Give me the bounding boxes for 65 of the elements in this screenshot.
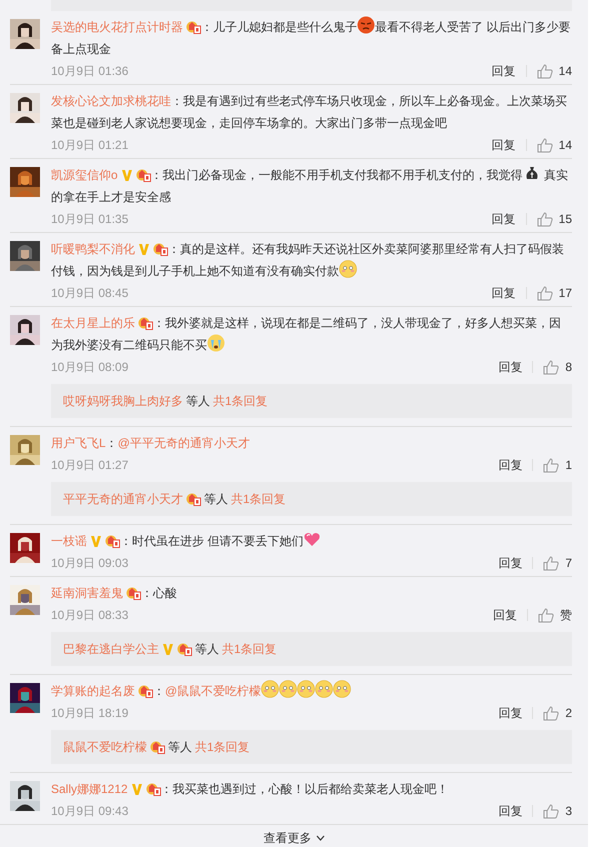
comment-text: 延南洞害羞鬼 ：心酸: [51, 585, 178, 602]
like-button[interactable]: 14: [536, 136, 572, 154]
timestamp: 10月9日 01:27: [51, 457, 128, 474]
comment-text: 凯源玺信仰o ：我出门必备现金，一般能不用手机支付我都不用手机支付的，我觉得 真实的拿在手上才是安全感: [51, 164, 572, 208]
blushing-face-icon: [339, 260, 357, 278]
comment-text: 听暖鸭梨不消化 ：真的是这样。还有我妈昨天还说社区外卖菜阿婆那里经常有人扫了码假装付钱，因为钱是到儿子手机上她不知道有没有确实付款: [51, 241, 565, 280]
blushing-face-icon: [279, 680, 298, 698]
timestamp: 10月9日 01:36: [51, 63, 128, 80]
comment-text: 学算账的起名废 ：@鼠鼠不爱吃柠檬: [51, 680, 572, 702]
reply-button[interactable]: 回复: [493, 606, 517, 624]
reply-button[interactable]: 回复: [492, 62, 516, 80]
reply-button[interactable]: 回复: [492, 210, 516, 228]
blushing-face-icon: [333, 680, 352, 698]
like-button[interactable]: 17: [536, 284, 572, 302]
chevron-down-icon: [316, 835, 324, 841]
reply-others-text: 等人: [168, 739, 192, 756]
reply-button[interactable]: 回复: [498, 554, 522, 572]
reply-button[interactable]: 回复: [492, 136, 516, 154]
thumbs-up-icon: [536, 212, 553, 226]
reply-others-text: 等人: [204, 491, 228, 508]
comment-text: 一枝谣 ：时代虽在进步 但请不要丢下她们: [51, 530, 572, 552]
thumbs-up-icon: [536, 138, 553, 152]
reply-others-text: 等人: [195, 641, 219, 658]
like-button[interactable]: 赞: [538, 606, 572, 624]
thumbs-up-icon: [543, 360, 560, 374]
like-button[interactable]: 2: [543, 704, 572, 722]
comment-text: Sally娜娜1212 ：我买菜也遇到过，心酸！以后都给卖菜老人现金吧！: [51, 781, 450, 798]
timestamp: 10月9日 08:45: [51, 285, 128, 302]
timestamp: 10月9日 09:43: [51, 803, 128, 820]
thumbs-up-icon: [543, 556, 560, 570]
comment-text: 发核心论文加求桃花哇：我是有遇到过有些老式停车场只收现金，所以车上必备现金。上次菜场买菜也是碰到老人家说想要现金，走回停车场拿的。大家出门多带一点现金吧: [51, 93, 568, 132]
angry-face-icon: [357, 16, 375, 34]
comment-text: 吴选的电火花打点计时器 ：儿子儿媳妇都是些什么鬼子 最看不得老人受苦了 以后出门多少要备上点现金: [51, 16, 572, 60]
thumbs-up-icon: [538, 608, 554, 622]
timestamp: 10月9日 18:19: [51, 705, 128, 722]
comment-text: 在太月星上的乐 ：我外婆就是这样，说现在都是二维码了，没人带现金了，好多人想买菜，因为我外婆没有二维码只能不买: [51, 315, 562, 354]
thumbs-up-icon: [536, 64, 553, 78]
thumbs-up-icon: [543, 804, 560, 818]
like-button[interactable]: 1: [543, 456, 572, 474]
timestamp: 10月9日 08:33: [51, 607, 128, 624]
reply-button[interactable]: 回复: [498, 704, 522, 722]
view-more-link[interactable]: 查看更多: [264, 829, 324, 847]
blushing-face-icon: [297, 680, 316, 698]
thumbs-up-icon: [543, 458, 560, 472]
thumbs-up-icon: [536, 286, 553, 300]
crying-face-icon: [207, 334, 225, 352]
thumbs-up-icon: [543, 706, 560, 720]
timestamp: 10月9日 09:03: [51, 555, 128, 572]
like-button[interactable]: 8: [543, 358, 572, 376]
reply-button[interactable]: 回复: [498, 802, 522, 820]
heart-icon: [303, 530, 322, 548]
timestamp: 10月9日 01:35: [51, 211, 128, 228]
reply-button[interactable]: 回复: [498, 358, 522, 376]
blushing-face-icon: [315, 680, 334, 698]
timestamp: 10月9日 08:09: [51, 359, 128, 376]
like-button[interactable]: 14: [536, 62, 572, 80]
reply-others-text: 等人: [186, 393, 210, 410]
like-button[interactable]: 15: [536, 210, 572, 228]
reply-button[interactable]: 回复: [498, 456, 522, 474]
blushing-face-icon: [261, 680, 280, 698]
like-button[interactable]: 3: [543, 802, 572, 820]
like-button[interactable]: 7: [543, 554, 572, 572]
reply-button[interactable]: 回复: [492, 284, 516, 302]
timestamp: 10月9日 01:21: [51, 137, 128, 154]
comment-text: 用户飞飞L：@平平无奇的通宵小天才: [51, 435, 251, 452]
